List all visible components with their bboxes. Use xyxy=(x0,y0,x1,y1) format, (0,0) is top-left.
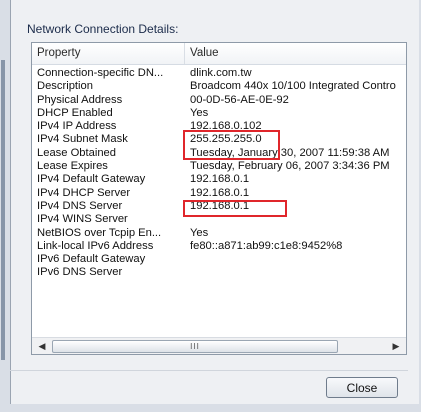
value-cell: 192.168.0.1 xyxy=(190,173,250,186)
list-row[interactable]: IPv4 Default Gateway 192.168.0.1 xyxy=(32,173,406,186)
column-header-property[interactable]: Property xyxy=(32,43,185,64)
footer-divider xyxy=(10,370,408,371)
gateway-highlight-box xyxy=(183,200,287,217)
value-cell: Yes xyxy=(190,226,209,239)
scrollbar-thumb[interactable]: III xyxy=(52,340,338,353)
property-cell: Lease Obtained xyxy=(37,146,116,159)
property-cell: Description xyxy=(37,80,93,93)
scroll-right-arrow-icon[interactable]: ▶ xyxy=(388,338,404,354)
property-cell: IPv6 Default Gateway xyxy=(37,253,146,266)
group-label: Network Connection Details: xyxy=(27,22,179,36)
value-cell: Tuesday, February 06, 2007 3:34:36 PM xyxy=(190,160,390,173)
value-cell: fe80::a871:ab99:c1e8:9452%8 xyxy=(190,239,343,252)
list-row[interactable]: IPv6 DNS Server xyxy=(32,266,406,279)
list-row[interactable]: Lease Expires Tuesday, February 06, 2007 … xyxy=(32,160,406,173)
property-cell: IPv4 Subnet Mask xyxy=(37,133,128,146)
value-cell: 192.168.0.1 xyxy=(190,186,250,199)
list-row[interactable]: NetBIOS over Tcpip En... Yes xyxy=(32,227,406,240)
value-cell: Broadcom 440x 10/100 Integrated Contro xyxy=(190,80,396,93)
property-cell: IPv4 DNS Server xyxy=(37,199,123,212)
property-cell: IPv4 DHCP Server xyxy=(37,186,131,199)
close-button[interactable]: Close xyxy=(326,377,398,398)
list-row[interactable]: Description Broadcom 440x 10/100 Integrat… xyxy=(32,80,406,93)
property-cell: IPv4 WINS Server xyxy=(37,213,128,226)
property-cell: Lease Expires xyxy=(37,160,108,173)
list-row[interactable]: Connection-specific DN... dlink.com.tw xyxy=(32,67,406,80)
scroll-left-arrow-icon[interactable]: ◀ xyxy=(34,338,50,354)
ip-subnet-highlight-box xyxy=(183,130,280,160)
details-listview[interactable]: Property Value Connection-specific DN...… xyxy=(31,42,407,355)
list-row[interactable]: Link-local IPv6 Address fe80::a871:ab99:c… xyxy=(32,240,406,253)
property-cell: IPv6 DNS Server xyxy=(37,266,123,279)
value-cell: 00-0D-56-AE-0E-92 xyxy=(190,93,289,106)
list-row[interactable]: IPv4 DHCP Server 192.168.0.1 xyxy=(32,187,406,200)
list-header: Property Value xyxy=(32,43,406,65)
column-header-value[interactable]: Value xyxy=(185,43,406,64)
property-cell: DHCP Enabled xyxy=(37,106,113,119)
list-row[interactable]: DHCP Enabled Yes xyxy=(32,107,406,120)
property-cell: Physical Address xyxy=(37,93,123,106)
list-row[interactable]: IPv6 Default Gateway xyxy=(32,253,406,266)
property-cell: Connection-specific DN... xyxy=(37,67,164,79)
list-rows: Connection-specific DN... dlink.com.tw De… xyxy=(32,67,406,280)
property-cell: NetBIOS over Tcpip En... xyxy=(37,226,162,239)
property-cell: IPv4 Default Gateway xyxy=(37,173,146,186)
list-row[interactable]: Physical Address 00-0D-56-AE-0E-92 xyxy=(32,94,406,107)
value-cell: dlink.com.tw xyxy=(190,67,252,79)
property-cell: IPv4 IP Address xyxy=(37,120,117,133)
property-cell: Link-local IPv6 Address xyxy=(37,239,154,252)
horizontal-scrollbar[interactable]: ◀ III ▶ xyxy=(32,337,406,354)
value-cell: Yes xyxy=(190,106,209,119)
